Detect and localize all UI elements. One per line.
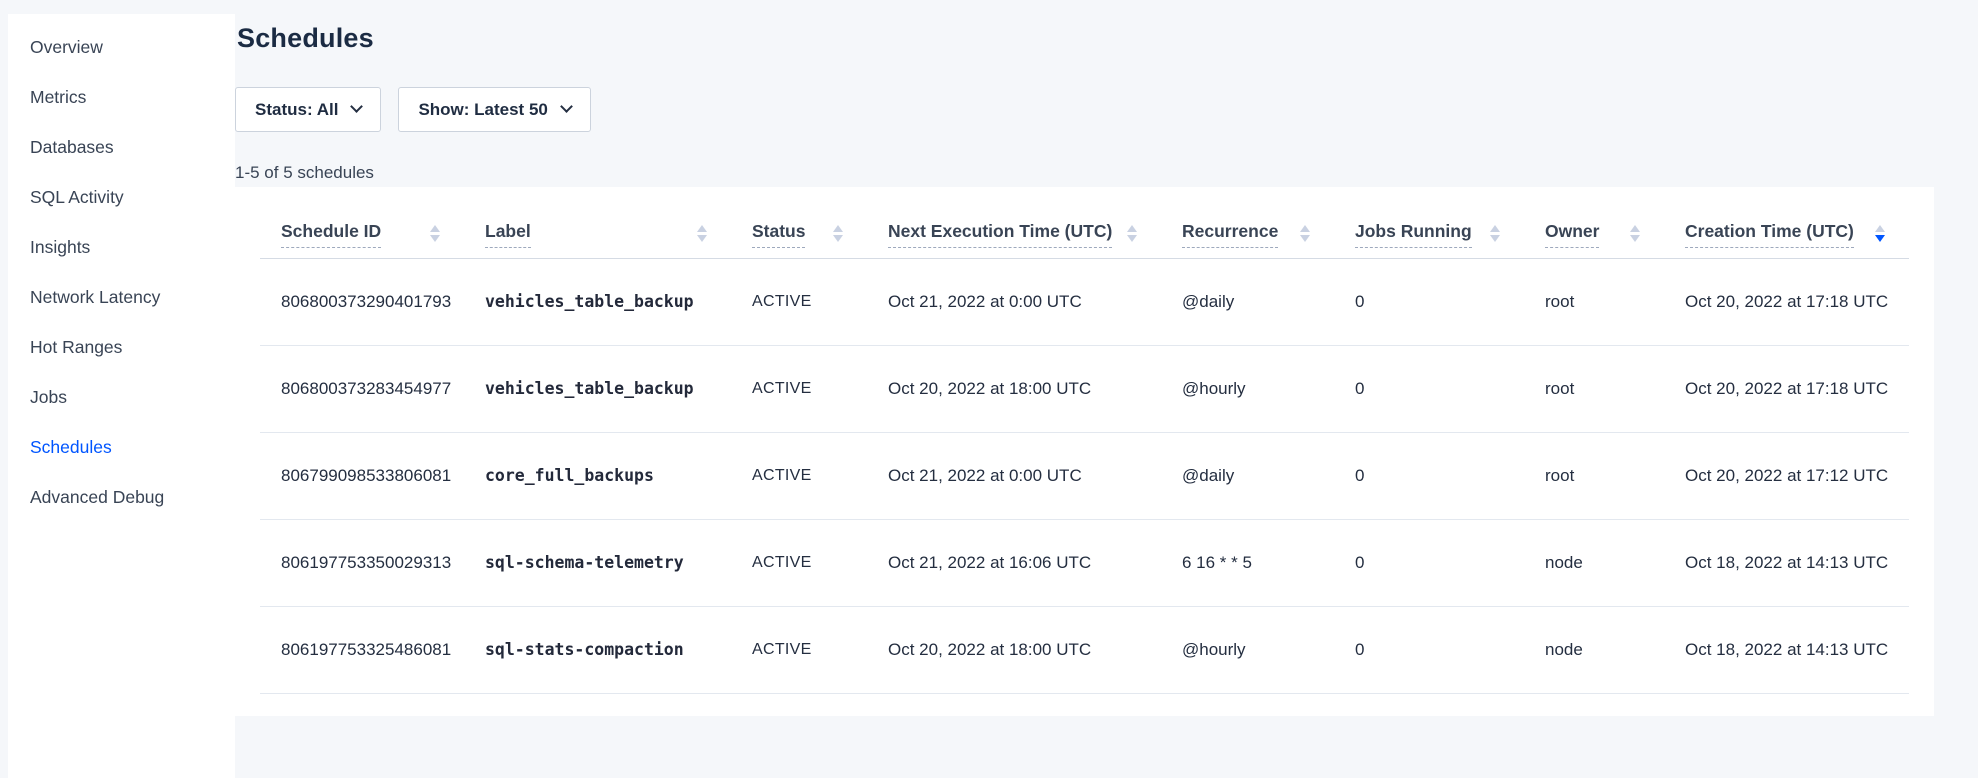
chevron-down-icon (560, 100, 573, 113)
table-header-row: Schedule ID Label Status Next Execu (260, 187, 1909, 258)
cell-owner: root (1524, 258, 1664, 345)
cell-status: ACTIVE (731, 606, 867, 693)
cell-creation-time: Oct 20, 2022 at 17:12 UTC (1664, 432, 1909, 519)
cell-schedule-id: 806800373283454977 (260, 345, 464, 432)
sidebar-item-schedules[interactable]: Schedules (8, 422, 235, 472)
page-title: Schedules (237, 22, 1934, 54)
sort-arrows-icon-active-desc[interactable] (1875, 225, 1885, 242)
schedules-table-card: Schedule ID Label Status Next Execu (235, 187, 1934, 716)
column-header-owner[interactable]: Owner (1545, 221, 1599, 248)
schedules-page: Overview Metrics Databases SQL Activity … (0, 0, 1978, 778)
sidebar-item-jobs[interactable]: Jobs (8, 372, 235, 422)
column-header-jobs-running[interactable]: Jobs Running (1355, 221, 1472, 248)
cell-next-execution: Oct 20, 2022 at 18:00 UTC (867, 345, 1161, 432)
column-header-creation-time[interactable]: Creation Time (UTC) (1685, 221, 1854, 248)
cell-owner: root (1524, 432, 1664, 519)
table-row: 806800373283454977 vehicles_table_backup… (260, 345, 1909, 432)
sort-arrows-icon[interactable] (1630, 225, 1640, 242)
sort-arrows-icon[interactable] (833, 225, 843, 242)
sort-arrows-icon[interactable] (430, 225, 440, 242)
cell-status: ACTIVE (731, 345, 867, 432)
cell-owner: root (1524, 345, 1664, 432)
sidebar-item-overview[interactable]: Overview (8, 22, 235, 72)
cell-creation-time: Oct 20, 2022 at 17:18 UTC (1664, 258, 1909, 345)
cell-jobs-running: 0 (1334, 258, 1524, 345)
cell-jobs-running: 0 (1334, 345, 1524, 432)
cell-jobs-running: 0 (1334, 519, 1524, 606)
cell-recurrence: @daily (1161, 432, 1334, 519)
column-header-recurrence[interactable]: Recurrence (1182, 221, 1278, 248)
cell-jobs-running: 0 (1334, 432, 1524, 519)
cell-recurrence: @daily (1161, 258, 1334, 345)
show-filter-label: Show: Latest 50 (418, 100, 547, 120)
cell-label: sql-schema-telemetry (464, 519, 731, 606)
cell-status: ACTIVE (731, 519, 867, 606)
cell-creation-time: Oct 18, 2022 at 14:13 UTC (1664, 519, 1909, 606)
sort-arrows-icon[interactable] (1300, 225, 1310, 242)
cell-creation-time: Oct 20, 2022 at 17:18 UTC (1664, 345, 1909, 432)
sidebar-item-insights[interactable]: Insights (8, 222, 235, 272)
column-header-label[interactable]: Label (485, 221, 531, 248)
chevron-down-icon (351, 100, 364, 113)
cell-owner: node (1524, 606, 1664, 693)
results-count: 1-5 of 5 schedules (235, 163, 1934, 183)
cell-next-execution: Oct 21, 2022 at 16:06 UTC (867, 519, 1161, 606)
show-filter-dropdown[interactable]: Show: Latest 50 (398, 87, 590, 132)
status-filter-label: Status: All (255, 100, 338, 120)
cell-creation-time: Oct 18, 2022 at 14:13 UTC (1664, 606, 1909, 693)
table-row: 806799098533806081 core_full_backups ACT… (260, 432, 1909, 519)
cell-next-execution: Oct 21, 2022 at 0:00 UTC (867, 432, 1161, 519)
cell-label: core_full_backups (464, 432, 731, 519)
sidebar-item-databases[interactable]: Databases (8, 122, 235, 172)
sort-arrows-icon[interactable] (1490, 225, 1500, 242)
cell-status: ACTIVE (731, 258, 867, 345)
column-header-status[interactable]: Status (752, 221, 805, 248)
sidebar-item-hot-ranges[interactable]: Hot Ranges (8, 322, 235, 372)
cell-recurrence: 6 16 * * 5 (1161, 519, 1334, 606)
cell-label: vehicles_table_backup (464, 258, 731, 345)
sidebar-item-network-latency[interactable]: Network Latency (8, 272, 235, 322)
table-row: 806800373290401793 vehicles_table_backup… (260, 258, 1909, 345)
cell-recurrence: @hourly (1161, 606, 1334, 693)
cell-label: sql-stats-compaction (464, 606, 731, 693)
schedules-table: Schedule ID Label Status Next Execu (260, 187, 1909, 694)
cell-label: vehicles_table_backup (464, 345, 731, 432)
sidebar-panel: Overview Metrics Databases SQL Activity … (8, 14, 235, 778)
main-content: Schedules Status: All Show: Latest 50 1-… (235, 0, 1978, 778)
filter-bar: Status: All Show: Latest 50 (235, 87, 1934, 132)
sort-arrows-icon[interactable] (697, 225, 707, 242)
cell-jobs-running: 0 (1334, 606, 1524, 693)
cell-schedule-id: 806197753350029313 (260, 519, 464, 606)
table-row: 806197753350029313 sql-schema-telemetry … (260, 519, 1909, 606)
sidebar-item-advanced-debug[interactable]: Advanced Debug (8, 472, 235, 522)
table-row: 806197753325486081 sql-stats-compaction … (260, 606, 1909, 693)
cell-recurrence: @hourly (1161, 345, 1334, 432)
sidebar: Overview Metrics Databases SQL Activity … (0, 0, 235, 778)
sort-arrows-icon[interactable] (1127, 225, 1137, 242)
status-filter-dropdown[interactable]: Status: All (235, 87, 381, 132)
column-header-schedule-id[interactable]: Schedule ID (281, 221, 381, 248)
cell-next-execution: Oct 20, 2022 at 18:00 UTC (867, 606, 1161, 693)
cell-owner: node (1524, 519, 1664, 606)
cell-status: ACTIVE (731, 432, 867, 519)
cell-schedule-id: 806197753325486081 (260, 606, 464, 693)
cell-schedule-id: 806800373290401793 (260, 258, 464, 345)
cell-next-execution: Oct 21, 2022 at 0:00 UTC (867, 258, 1161, 345)
sidebar-item-sql-activity[interactable]: SQL Activity (8, 172, 235, 222)
column-header-next-execution-time[interactable]: Next Execution Time (UTC) (888, 221, 1112, 248)
sidebar-item-metrics[interactable]: Metrics (8, 72, 235, 122)
cell-schedule-id: 806799098533806081 (260, 432, 464, 519)
